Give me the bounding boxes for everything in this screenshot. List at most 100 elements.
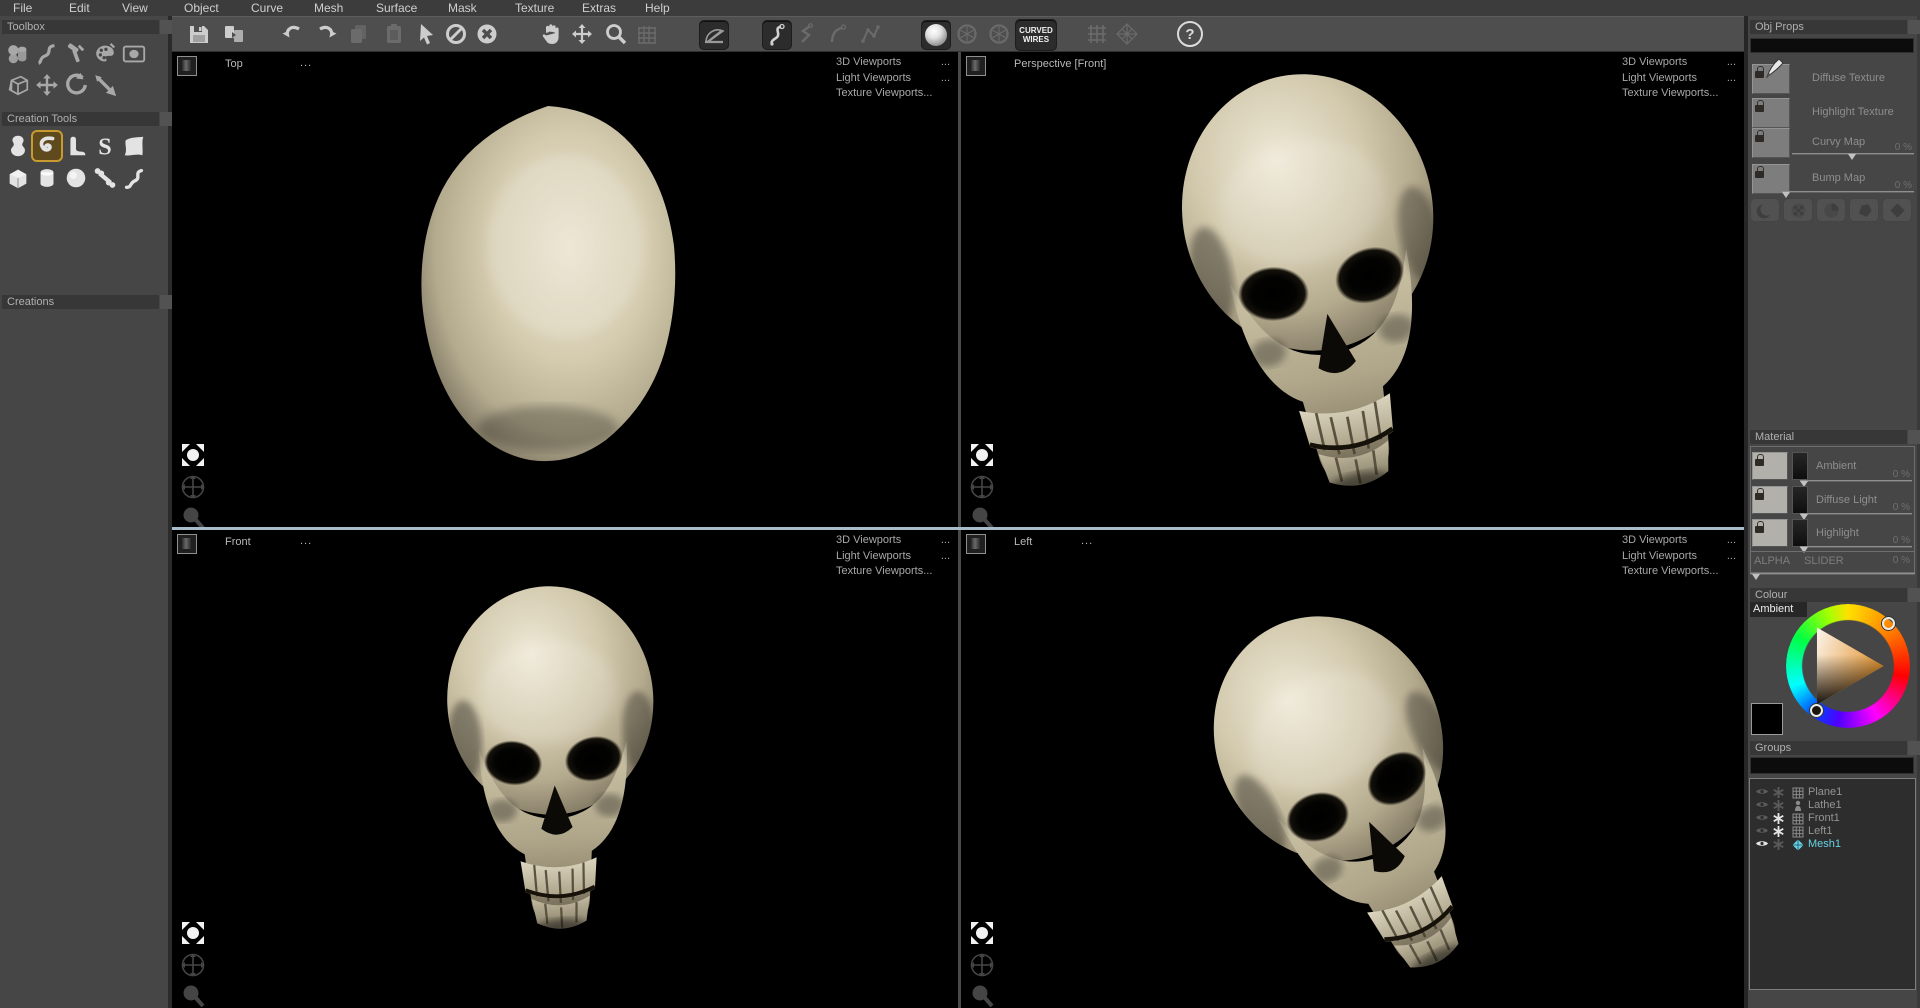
tool-hammer-icon[interactable] <box>62 40 90 68</box>
viewport-menu-3d[interactable]: 3D Viewports... <box>1622 55 1736 71</box>
pan-view-icon[interactable] <box>969 474 995 500</box>
bump-map-slider[interactable] <box>1782 191 1914 193</box>
create-cylinder-icon[interactable] <box>33 164 61 192</box>
curvy-map-thumb[interactable] <box>1752 128 1790 158</box>
group-row-lathe1[interactable]: Lathe1 <box>1750 799 1915 812</box>
model-skull-top-view[interactable] <box>398 98 698 470</box>
menu-view[interactable]: View <box>122 1 148 15</box>
menu-object[interactable]: Object <box>184 1 219 15</box>
tool-primitives-icon[interactable] <box>4 40 32 68</box>
groups-filter-field[interactable] <box>1750 757 1914 774</box>
create-blob-icon[interactable] <box>4 132 32 160</box>
move-tool-icon[interactable] <box>568 20 596 48</box>
ambient-color-swatch[interactable] <box>1792 452 1808 480</box>
bump-map-thumb[interactable] <box>1752 164 1790 194</box>
viewport-menu-light[interactable]: Light Viewports... <box>836 71 950 87</box>
create-s-shape-icon[interactable] <box>91 132 119 160</box>
group-name[interactable]: Left1 <box>1808 825 1832 837</box>
viewport-menu-light[interactable]: Light Viewports... <box>836 549 950 565</box>
eye-icon[interactable] <box>1755 800 1769 809</box>
viewport-options-dots[interactable]: ... <box>300 535 312 547</box>
group-name[interactable]: Mesh1 <box>1808 838 1841 850</box>
tool-marquee-icon[interactable] <box>120 40 148 68</box>
cancel-icon[interactable] <box>473 20 501 48</box>
grid-tool-icon[interactable] <box>633 20 661 48</box>
menu-extras[interactable]: Extras <box>582 1 616 15</box>
menu-file[interactable]: File <box>13 1 32 15</box>
viewport-menu-3d[interactable]: 3D Viewports... <box>1622 533 1736 549</box>
highlight-slider[interactable] <box>1800 546 1912 548</box>
zoom-view-icon[interactable] <box>969 505 995 527</box>
wire-diamond-icon[interactable] <box>1113 20 1141 48</box>
alpha-slider[interactable] <box>1750 573 1915 575</box>
checker-sphere-icon[interactable] <box>1783 198 1813 222</box>
diffuse-light-thumb[interactable] <box>1752 486 1788 514</box>
create-cube-icon[interactable] <box>4 164 32 192</box>
group-row-mesh1[interactable]: Mesh1 <box>1750 838 1915 851</box>
ambient-slider[interactable] <box>1800 480 1912 482</box>
menu-edit[interactable]: Edit <box>69 1 90 15</box>
colour-wheel[interactable] <box>1786 604 1910 728</box>
orbit-view-icon[interactable] <box>969 920 995 946</box>
tool-sculpt-wave-icon[interactable] <box>33 40 61 68</box>
viewport-vertical-divider[interactable] <box>958 52 961 1008</box>
protractor-icon[interactable] <box>699 20 729 50</box>
tool-scale-icon[interactable] <box>91 71 119 99</box>
tool-rotate-icon[interactable] <box>62 71 90 99</box>
zoom-tool-icon[interactable] <box>602 20 630 48</box>
zoom-view-icon[interactable] <box>180 505 206 527</box>
grid-tile-icon[interactable] <box>1083 20 1111 48</box>
eye-icon[interactable] <box>1755 826 1769 835</box>
menu-mesh[interactable]: Mesh <box>314 1 343 15</box>
tool-move-icon[interactable] <box>33 71 61 99</box>
viewport-top[interactable]: Top ... 3D Viewports... Light Viewports.… <box>172 52 958 527</box>
viewport-menu-light[interactable]: Light Viewports... <box>1622 549 1736 565</box>
viewport-menu-light[interactable]: Light Viewports... <box>1622 71 1736 87</box>
freeze-icon[interactable] <box>1773 787 1784 798</box>
tool-wire-cube-icon[interactable] <box>4 71 32 99</box>
orbit-view-icon[interactable] <box>180 442 206 468</box>
viewport-menu-texture[interactable]: Texture Viewports... <box>1622 86 1736 102</box>
pan-view-icon[interactable] <box>969 952 995 978</box>
viewport-menu-texture[interactable]: Texture Viewports... <box>836 86 950 102</box>
freeze-icon[interactable] <box>1773 800 1784 811</box>
polygon-icon[interactable] <box>1849 198 1879 222</box>
help-icon[interactable]: ? <box>1176 20 1204 48</box>
diffuse-light-slider[interactable] <box>1800 513 1912 515</box>
paste-icon[interactable] <box>380 20 408 48</box>
viewport-left[interactable]: Left ... 3D Viewports... Light Viewports… <box>961 530 1744 1008</box>
alpha-slider-handle[interactable] <box>1752 574 1760 580</box>
create-lathe-icon[interactable] <box>33 132 61 160</box>
model-skull-left[interactable] <box>1187 570 1507 1000</box>
tool-paint-palette-icon[interactable] <box>91 40 119 68</box>
viewport-menu-3d[interactable]: 3D Viewports... <box>836 55 950 71</box>
eye-icon[interactable] <box>1755 813 1769 822</box>
highlight-thumb[interactable] <box>1752 519 1788 547</box>
diffuse-light-color-swatch[interactable] <box>1792 486 1808 514</box>
create-rope-icon[interactable] <box>120 164 148 192</box>
eye-icon[interactable] <box>1755 839 1769 848</box>
viewport-horizontal-divider[interactable] <box>172 527 1744 530</box>
viewport-perspective[interactable]: Perspective [Front] 3D Viewports... Ligh… <box>961 52 1744 527</box>
shaded-sphere-icon[interactable] <box>921 20 951 50</box>
group-name[interactable]: Front1 <box>1808 812 1840 824</box>
viewport-menu-3d[interactable]: 3D Viewports... <box>836 533 950 549</box>
freeze-icon[interactable] <box>1773 839 1784 850</box>
orbit-view-icon[interactable] <box>180 920 206 946</box>
model-skull-perspective[interactable] <box>1161 52 1491 518</box>
menu-texture[interactable]: Texture <box>515 1 554 15</box>
curve-nodes-icon[interactable] <box>856 20 884 48</box>
viewport-front[interactable]: Front ... 3D Viewports... Light Viewport… <box>172 530 958 1008</box>
model-skull-front[interactable] <box>420 558 682 958</box>
freeze-icon[interactable] <box>1773 826 1784 837</box>
deny-icon[interactable] <box>442 20 470 48</box>
group-row-front1[interactable]: Front1 <box>1750 812 1915 825</box>
save-icon[interactable] <box>185 20 213 48</box>
viewport-menu-texture[interactable]: Texture Viewports... <box>1622 564 1736 580</box>
curve-smooth-icon[interactable] <box>824 20 852 48</box>
group-name[interactable]: Plane1 <box>1808 786 1842 798</box>
curve-s-icon[interactable] <box>762 20 792 50</box>
curved-wires-button[interactable]: CURVED WIRES <box>1015 19 1057 51</box>
wire-sphere-alt-icon[interactable] <box>985 20 1013 48</box>
zoom-view-icon[interactable] <box>180 983 206 1008</box>
